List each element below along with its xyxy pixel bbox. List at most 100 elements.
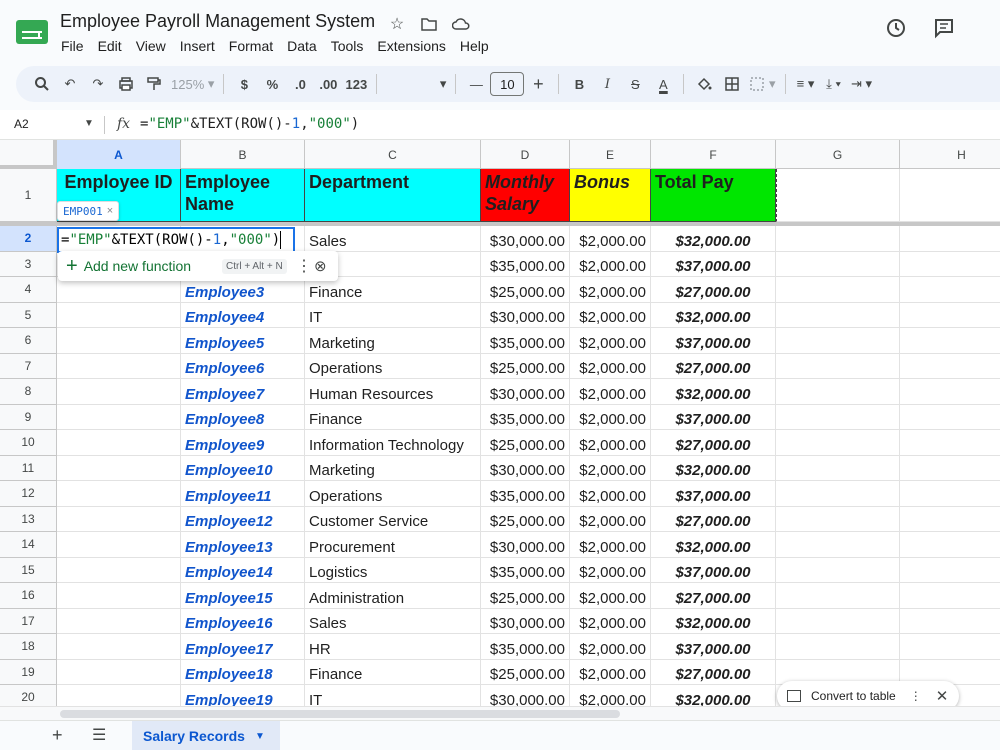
print-icon[interactable] bbox=[112, 70, 140, 98]
empty-cell[interactable] bbox=[776, 481, 900, 507]
employee-name-cell[interactable]: Employee12 bbox=[181, 506, 305, 532]
employee-name-cell[interactable]: Employee9 bbox=[181, 430, 305, 456]
total-pay-cell[interactable]: $37,000.00 bbox=[651, 328, 776, 354]
empty-cell[interactable] bbox=[900, 169, 1000, 222]
total-pay-cell[interactable]: $27,000.00 bbox=[651, 353, 776, 379]
add-function-suggestion[interactable]: + Add new function Ctrl + Alt + N ⋮ ⊗ bbox=[58, 251, 338, 281]
row-header[interactable]: 16 bbox=[0, 583, 57, 609]
sheets-logo-icon[interactable] bbox=[16, 20, 48, 44]
header-cell-b[interactable]: Employee Name bbox=[181, 169, 305, 222]
employee-id-cell[interactable] bbox=[57, 481, 181, 507]
monthly-salary-cell[interactable]: $25,000.00 bbox=[481, 659, 570, 685]
total-pay-cell[interactable]: $37,000.00 bbox=[651, 404, 776, 430]
menu-extensions[interactable]: Extensions bbox=[370, 36, 452, 56]
all-sheets-icon[interactable]: ☰ bbox=[92, 725, 106, 745]
total-pay-cell[interactable]: $27,000.00 bbox=[651, 277, 776, 303]
font-family-select[interactable]: ▾ bbox=[383, 70, 449, 98]
row-header[interactable]: 9 bbox=[0, 404, 57, 430]
row-header[interactable]: 3 bbox=[0, 251, 57, 277]
employee-id-cell[interactable] bbox=[57, 532, 181, 558]
employee-name-cell[interactable]: Employee13 bbox=[181, 532, 305, 558]
department-cell[interactable]: Sales bbox=[305, 226, 481, 252]
empty-cell[interactable] bbox=[900, 277, 1000, 303]
row-header[interactable]: 17 bbox=[0, 608, 57, 634]
employee-id-cell[interactable] bbox=[57, 379, 181, 405]
menu-edit[interactable]: Edit bbox=[91, 36, 129, 56]
menu-view[interactable]: View bbox=[129, 36, 173, 56]
version-history-icon[interactable] bbox=[884, 16, 908, 40]
monthly-salary-cell[interactable]: $30,000.00 bbox=[481, 302, 570, 328]
column-header-f[interactable]: F bbox=[651, 140, 776, 169]
more-vert-icon[interactable]: ⋮ bbox=[296, 256, 312, 276]
select-all-corner[interactable] bbox=[0, 140, 57, 169]
total-pay-cell[interactable]: $27,000.00 bbox=[651, 583, 776, 609]
merge-cells-icon[interactable]: ▾ bbox=[746, 70, 778, 98]
employee-id-cell[interactable] bbox=[57, 302, 181, 328]
monthly-salary-cell[interactable]: $25,000.00 bbox=[481, 583, 570, 609]
employee-name-cell[interactable]: Employee5 bbox=[181, 328, 305, 354]
decrease-decimal-button[interactable]: .0 bbox=[286, 70, 314, 98]
row-header[interactable]: 15 bbox=[0, 557, 57, 583]
empty-cell[interactable] bbox=[900, 354, 1000, 379]
employee-name-cell[interactable]: Employee8 bbox=[181, 404, 305, 430]
total-pay-cell[interactable]: $37,000.00 bbox=[651, 481, 776, 507]
monthly-salary-cell[interactable]: $30,000.00 bbox=[481, 379, 570, 405]
empty-cell[interactable] bbox=[776, 251, 900, 277]
column-header-g[interactable]: G bbox=[776, 140, 900, 169]
header-cell-f[interactable]: Total Pay bbox=[651, 169, 776, 222]
row-header[interactable]: 2 bbox=[0, 226, 57, 252]
menu-data[interactable]: Data bbox=[280, 36, 324, 56]
bonus-cell[interactable]: $2,000.00 bbox=[570, 226, 651, 252]
employee-id-cell[interactable] bbox=[57, 328, 181, 354]
empty-cell[interactable] bbox=[776, 379, 900, 405]
bonus-cell[interactable]: $2,000.00 bbox=[570, 557, 651, 583]
total-pay-cell[interactable]: $27,000.00 bbox=[651, 659, 776, 685]
bonus-cell[interactable]: $2,000.00 bbox=[570, 277, 651, 303]
empty-cell[interactable] bbox=[900, 481, 1000, 507]
increase-decimal-button[interactable]: .00 bbox=[314, 70, 342, 98]
bonus-cell[interactable]: $2,000.00 bbox=[570, 532, 651, 558]
total-pay-cell[interactable]: $32,000.00 bbox=[651, 608, 776, 634]
empty-cell[interactable] bbox=[900, 507, 1000, 532]
employee-name-cell[interactable]: Employee17 bbox=[181, 634, 305, 660]
comments-icon[interactable] bbox=[932, 16, 956, 40]
department-cell[interactable]: Marketing bbox=[305, 328, 481, 354]
frozen-row-divider[interactable] bbox=[0, 222, 1000, 226]
employee-name-cell[interactable]: Employee7 bbox=[181, 379, 305, 405]
chevron-down-icon[interactable]: ▼ bbox=[84, 118, 94, 129]
menu-insert[interactable]: Insert bbox=[173, 36, 222, 56]
bonus-cell[interactable]: $2,000.00 bbox=[570, 455, 651, 481]
employee-name-cell[interactable]: Employee11 bbox=[181, 481, 305, 507]
row-header[interactable]: 14 bbox=[0, 532, 57, 558]
borders-icon[interactable] bbox=[718, 70, 746, 98]
empty-cell[interactable] bbox=[776, 169, 900, 222]
employee-name-cell[interactable]: Employee10 bbox=[181, 455, 305, 481]
more-formats-button[interactable]: 123 bbox=[342, 70, 370, 98]
bonus-cell[interactable]: $2,000.00 bbox=[570, 302, 651, 328]
empty-cell[interactable] bbox=[900, 405, 1000, 430]
monthly-salary-cell[interactable]: $25,000.00 bbox=[481, 430, 570, 456]
empty-cell[interactable] bbox=[900, 303, 1000, 328]
row-header[interactable]: 18 bbox=[0, 634, 57, 660]
monthly-salary-cell[interactable]: $25,000.00 bbox=[481, 277, 570, 303]
bonus-cell[interactable]: $2,000.00 bbox=[570, 583, 651, 609]
column-header-a[interactable]: A bbox=[57, 140, 181, 169]
bonus-cell[interactable]: $2,000.00 bbox=[570, 353, 651, 379]
empty-cell[interactable] bbox=[776, 532, 900, 558]
empty-cell[interactable] bbox=[776, 608, 900, 634]
sheet-tab-salary-records[interactable]: Salary Records ▼ bbox=[132, 721, 280, 750]
fill-color-icon[interactable] bbox=[690, 70, 718, 98]
empty-cell[interactable] bbox=[776, 302, 900, 328]
empty-cell[interactable] bbox=[900, 609, 1000, 634]
column-header-c[interactable]: C bbox=[305, 140, 481, 169]
department-cell[interactable]: Marketing bbox=[305, 455, 481, 481]
employee-id-cell[interactable] bbox=[57, 430, 181, 456]
department-cell[interactable]: Finance bbox=[305, 659, 481, 685]
monthly-salary-cell[interactable]: $30,000.00 bbox=[481, 608, 570, 634]
row-header[interactable]: 6 bbox=[0, 328, 57, 354]
monthly-salary-cell[interactable]: $30,000.00 bbox=[481, 455, 570, 481]
bonus-cell[interactable]: $2,000.00 bbox=[570, 379, 651, 405]
row-header[interactable]: 13 bbox=[0, 506, 57, 532]
zoom-select[interactable]: 125% ▾ bbox=[168, 70, 217, 98]
department-cell[interactable]: Operations bbox=[305, 353, 481, 379]
